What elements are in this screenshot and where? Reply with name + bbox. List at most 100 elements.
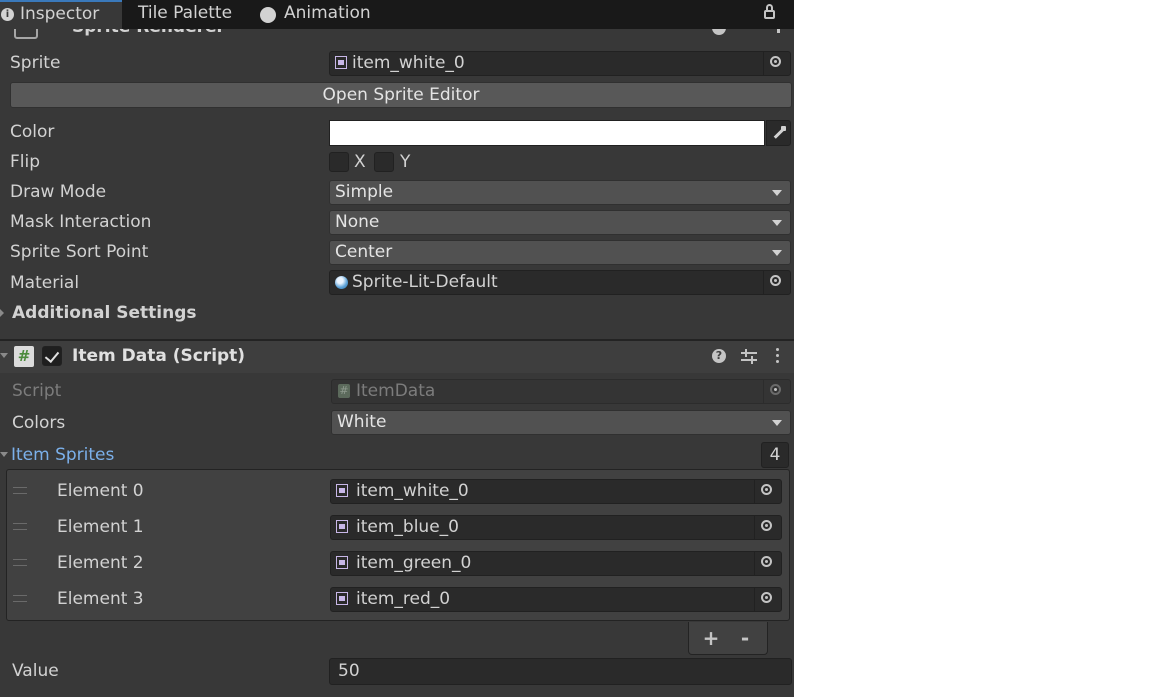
value-input-value: 50 <box>338 661 360 681</box>
object-picker-icon <box>761 592 772 603</box>
element-2-label: Element 2 <box>57 553 144 573</box>
drag-handle-icon[interactable] <box>13 559 27 566</box>
object-picker-button[interactable] <box>763 52 790 75</box>
element-1-field[interactable]: item_blue_0 <box>330 515 782 540</box>
element-1-value: item_blue_0 <box>356 517 459 537</box>
remove-element-button[interactable]: - <box>735 628 755 648</box>
object-picker-button[interactable] <box>754 552 781 575</box>
info-icon: i <box>1 8 14 21</box>
menu-dot <box>776 360 779 363</box>
sprite-renderer-header[interactable]: Sprite Renderer <box>0 29 794 41</box>
element-0-value: item_white_0 <box>356 481 469 501</box>
drag-handle-icon[interactable] <box>13 487 27 494</box>
sprite-sort-point-label: Sprite Sort Point <box>10 242 149 262</box>
draw-mode-label: Draw Mode <box>10 182 107 202</box>
add-element-button[interactable]: + <box>701 628 721 648</box>
object-picker-icon <box>761 556 772 567</box>
value-input[interactable]: 50 <box>329 658 792 685</box>
item-sprites-size-field[interactable]: 4 <box>761 442 789 468</box>
script-label: Script <box>12 381 62 401</box>
object-picker-icon <box>770 275 781 286</box>
flip-y-checkbox[interactable] <box>374 152 394 172</box>
element-0-field[interactable]: item_white_0 <box>330 479 782 504</box>
sprite-sort-point-dropdown[interactable]: Center <box>329 240 791 265</box>
object-picker-button[interactable] <box>754 480 781 503</box>
colors-label: Colors <box>12 413 66 433</box>
presets-icon[interactable] <box>741 349 757 364</box>
material-icon <box>335 276 348 289</box>
element-3-field[interactable]: item_red_0 <box>330 587 782 612</box>
color-swatch[interactable] <box>329 120 765 146</box>
element-3-value: item_red_0 <box>356 589 451 609</box>
tab-bar: i Inspector Tile Palette Animation <box>0 0 794 29</box>
component-icon <box>14 29 38 39</box>
lock-shackle <box>766 4 773 11</box>
tab-inspector[interactable]: i Inspector <box>0 0 122 29</box>
lock-icon[interactable] <box>764 10 775 19</box>
item-sprites-foldout[interactable]: Item Sprites <box>11 445 114 465</box>
additional-settings-foldout[interactable]: Additional Settings <box>12 303 197 323</box>
object-picker-icon <box>770 384 781 395</box>
presets-line <box>741 359 757 361</box>
element-0-label: Element 0 <box>57 481 144 501</box>
sprite-field[interactable]: item_white_0 <box>329 51 791 76</box>
object-picker-button[interactable] <box>754 516 781 539</box>
menu-dot <box>776 348 779 351</box>
open-sprite-editor-button[interactable]: Open Sprite Editor <box>10 82 792 108</box>
object-picker-icon <box>761 520 772 531</box>
help-icon[interactable]: ? <box>712 349 726 363</box>
material-field-value: Sprite-Lit-Default <box>352 272 498 292</box>
clock-icon <box>260 7 276 23</box>
object-picker-button[interactable] <box>754 588 781 611</box>
element-1-label: Element 1 <box>57 517 144 537</box>
flip-x-checkbox[interactable] <box>329 152 349 172</box>
foldout-arrow-icon[interactable] <box>0 309 4 317</box>
chevron-down-icon <box>772 220 782 226</box>
checkmark-icon <box>44 347 60 364</box>
sprite-icon <box>336 520 348 533</box>
more-menu-icon[interactable] <box>777 29 780 33</box>
presets-line <box>741 352 757 354</box>
draw-mode-value: Simple <box>335 182 394 202</box>
tab-animation-label: Animation <box>284 3 371 23</box>
sprite-icon <box>336 556 348 569</box>
open-sprite-editor-label: Open Sprite Editor <box>322 85 480 105</box>
material-label: Material <box>10 273 80 293</box>
element-2-field[interactable]: item_green_0 <box>330 551 782 576</box>
object-picker-button <box>763 380 790 403</box>
element-3-label: Element 3 <box>57 589 144 609</box>
mask-interaction-value: None <box>335 212 380 232</box>
script-field-value: ItemData <box>356 381 436 401</box>
flip-y-label: Y <box>400 152 411 172</box>
menu-dot <box>776 354 779 357</box>
mask-interaction-dropdown[interactable]: None <box>329 210 791 235</box>
draw-mode-dropdown[interactable]: Simple <box>329 180 791 205</box>
flip-label: Flip <box>10 152 41 172</box>
more-menu-icon[interactable] <box>776 348 780 364</box>
presets-knob <box>745 349 747 357</box>
help-icon[interactable] <box>712 29 726 35</box>
chevron-down-icon <box>772 190 782 196</box>
script-field: # ItemData <box>331 379 791 404</box>
flip-x-label: X <box>354 152 366 172</box>
script-icon: # <box>14 346 34 367</box>
list-add-remove-footer: + - <box>688 622 768 655</box>
color-label: Color <box>10 122 55 142</box>
drag-handle-icon[interactable] <box>13 595 27 602</box>
object-picker-icon <box>770 56 781 67</box>
material-field[interactable]: Sprite-Lit-Default <box>329 270 791 295</box>
sprite-label: Sprite <box>10 53 61 73</box>
drag-handle-icon[interactable] <box>13 523 27 530</box>
item-data-enabled-checkbox[interactable] <box>42 346 62 366</box>
eyedropper-button[interactable] <box>766 120 791 146</box>
sprite-renderer-title: Sprite Renderer <box>72 29 225 37</box>
script-file-icon: # <box>338 384 350 398</box>
presets-icon[interactable] <box>742 29 756 37</box>
foldout-arrow-icon[interactable] <box>0 452 8 457</box>
foldout-arrow-icon[interactable] <box>0 353 8 358</box>
object-picker-button[interactable] <box>763 271 790 294</box>
eyedropper-tip <box>781 126 786 131</box>
item-data-header[interactable]: # Item Data (Script) ? <box>0 341 794 373</box>
tab-tile-palette[interactable]: Tile Palette <box>138 0 232 29</box>
colors-dropdown[interactable]: White <box>331 410 791 435</box>
